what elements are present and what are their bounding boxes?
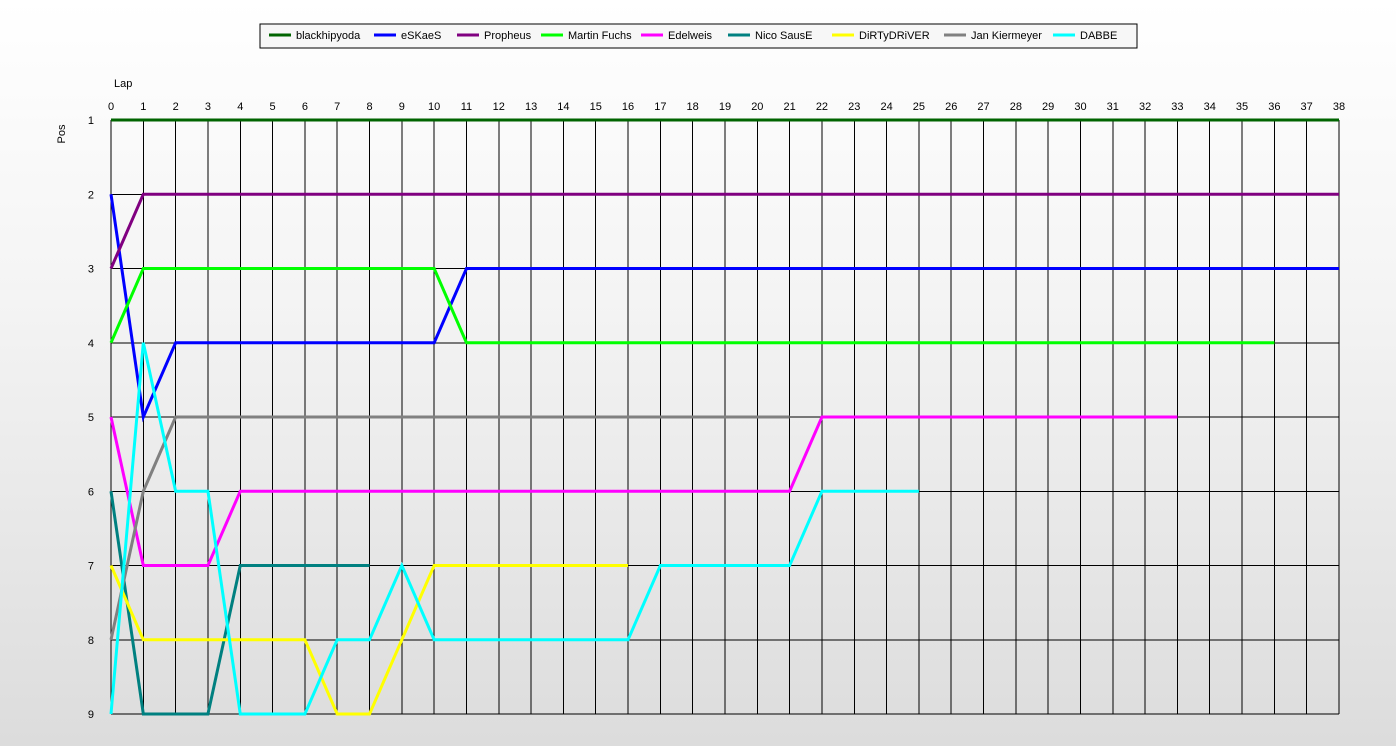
legend-label: DiRTyDRiVER	[859, 30, 930, 42]
x-tick-label: 6	[302, 101, 308, 113]
x-tick-label: 16	[622, 101, 634, 113]
x-tick-label: 12	[493, 101, 505, 113]
y-axis-title: Pos	[56, 124, 68, 143]
legend: blackhipyoda eSKaeS Propheus Martin Fuchs Ed…	[259, 23, 1138, 49]
x-tick-label: 24	[880, 101, 892, 113]
x-tick-label: 3	[205, 101, 211, 113]
x-tick-label: 13	[525, 101, 537, 113]
x-tick-label: 26	[945, 101, 957, 113]
x-tick-label: 34	[1204, 101, 1216, 113]
legend-label: eSKaeS	[401, 30, 441, 42]
x-tick-label: 7	[334, 101, 340, 113]
legend-label: Jan Kiermeyer	[971, 30, 1042, 42]
x-tick-label: 33	[1171, 101, 1183, 113]
x-tick-label: 28	[1010, 101, 1022, 113]
y-tick-label: 7	[88, 561, 94, 573]
legend-label: Nico SausE	[755, 30, 812, 42]
legend-label: DABBE	[1080, 30, 1117, 42]
x-tick-label: 14	[557, 101, 569, 113]
x-tick-label: 27	[977, 101, 989, 113]
x-tick-label: 32	[1139, 101, 1151, 113]
x-tick-label: 8	[366, 101, 372, 113]
x-axis-title: Lap	[114, 78, 132, 90]
y-tick-label: 5	[88, 412, 94, 424]
legend-label: blackhipyoda	[296, 30, 361, 42]
x-tick-labels: 0 1 2 3 4 5 6 7 8 9 10 11 12 13 14 15 16 17 18 19 20 21 22 23 24…	[108, 101, 1345, 113]
legend-label: Propheus	[484, 30, 532, 42]
x-tick-label: 2	[173, 101, 179, 113]
legend-label: Martin Fuchs	[568, 30, 632, 42]
x-tick-label: 37	[1301, 101, 1313, 113]
legend-label: Edelweis	[668, 30, 713, 42]
x-tick-label: 25	[913, 101, 925, 113]
x-tick-label: 4	[237, 101, 243, 113]
x-tick-label: 36	[1268, 101, 1280, 113]
x-tick-label: 35	[1236, 101, 1248, 113]
y-tick-label: 8	[88, 635, 94, 647]
x-tick-label: 20	[751, 101, 763, 113]
x-tick-label: 38	[1333, 101, 1345, 113]
x-tick-label: 9	[399, 101, 405, 113]
x-tick-label: 15	[590, 101, 602, 113]
x-tick-label: 1	[140, 101, 146, 113]
x-tick-label: 11	[461, 101, 472, 113]
x-tick-label: 23	[848, 101, 860, 113]
y-tick-label: 4	[88, 338, 94, 350]
y-tick-label: 3	[88, 264, 94, 276]
x-tick-label: 22	[816, 101, 828, 113]
x-tick-label: 31	[1107, 101, 1119, 113]
x-tick-label: 30	[1074, 101, 1086, 113]
x-tick-label: 5	[270, 101, 276, 113]
y-tick-label: 2	[88, 189, 94, 201]
x-tick-label: 17	[654, 101, 666, 113]
x-tick-label: 21	[784, 101, 796, 113]
x-tick-label: 18	[687, 101, 699, 113]
y-tick-label: 1	[88, 115, 94, 127]
x-tick-label: 29	[1042, 101, 1054, 113]
y-tick-labels: 1 2 3 4 5 6 7 8 9	[88, 115, 94, 721]
race-position-chart: blackhipyoda eSKaeS Propheus Martin Fuchs Ed…	[56, 23, 1345, 721]
series-line-dabbe	[109, 342, 919, 716]
y-tick-label: 6	[88, 486, 94, 498]
x-tick-label: 10	[428, 101, 440, 113]
x-tick-label: 0	[108, 101, 114, 113]
x-tick-label: 19	[719, 101, 731, 113]
y-tick-label: 9	[88, 709, 94, 721]
